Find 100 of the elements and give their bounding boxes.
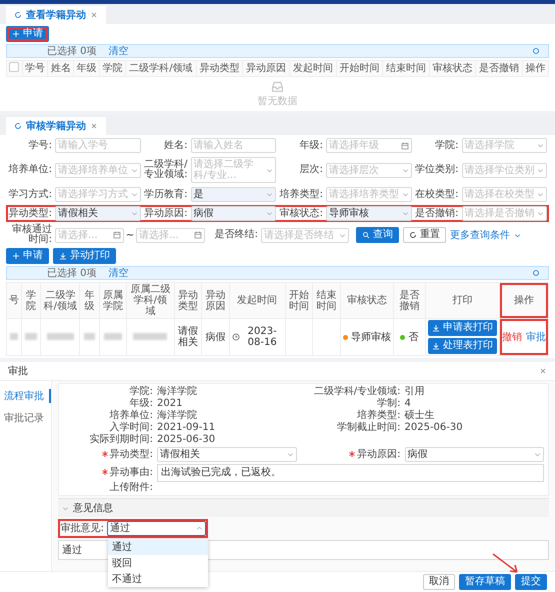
field-label: 姓名: (163, 140, 188, 150)
close-button[interactable] (539, 367, 547, 375)
chevron-down-icon (537, 210, 544, 217)
approve-link[interactable]: 审批 (526, 332, 546, 342)
reason-textarea[interactable]: 出海试验已完成，已返校。 (157, 464, 544, 482)
column-header: 结束时间 (382, 60, 430, 76)
search-icon (362, 231, 370, 239)
info-value: 海洋学院 (157, 410, 198, 421)
info-value: 引用 (404, 386, 426, 397)
dropdown-option[interactable]: 驳回 (108, 555, 208, 571)
field-label: 培养类型: (279, 190, 323, 200)
clear-link[interactable]: 清空 (108, 266, 129, 280)
calendar-icon (194, 231, 202, 239)
info-label: 培养类型: (356, 410, 400, 420)
page-tab[interactable]: 审核学籍异动 (6, 117, 106, 135)
calendar-icon (400, 142, 408, 150)
field-label: 学历教育: (144, 190, 188, 200)
more-conditions-link[interactable]: 更多查询条件 (450, 228, 510, 242)
revoke-link[interactable]: 撤销 (502, 332, 522, 342)
info-value: 4 (404, 398, 412, 409)
apply-button[interactable]: 申请 (6, 26, 49, 42)
select-field[interactable]: 通过 (107, 521, 206, 536)
search-button[interactable]: 查询 (356, 227, 399, 243)
select-field[interactable]: 是 (190, 187, 276, 202)
selection-count: 已选择 0项 (47, 266, 97, 280)
field-label: 异动事由: (63, 468, 153, 478)
column-header: 异动类型 (174, 282, 202, 318)
field-label: 异动类型: (8, 208, 52, 218)
column-header: 年级 (80, 282, 100, 318)
close-icon (539, 367, 547, 375)
chevron-down-icon (266, 210, 273, 217)
select-field[interactable]: 病假 (404, 447, 544, 462)
chevron-down-icon (266, 166, 273, 174)
field-label: 异动类型: (63, 450, 153, 460)
apply-button[interactable]: 申请 (6, 248, 49, 264)
download-icon (59, 252, 67, 260)
field-label: 在校类型: (414, 190, 458, 200)
select-field[interactable]: 请假相关 (55, 206, 140, 221)
reset-button[interactable]: 重置 (403, 227, 446, 243)
field-label: 异动原因: (300, 450, 400, 460)
column-header: 年级 (74, 60, 100, 76)
primary-button[interactable]: 暂存草稿 (459, 574, 511, 590)
settings-icon (532, 47, 540, 55)
clock-icon (232, 333, 240, 341)
column-header: 号 (6, 282, 22, 318)
column-header: 姓名 (48, 60, 74, 76)
primary-button[interactable]: 提交 (515, 574, 547, 590)
chevron-down-icon (537, 142, 544, 149)
plus-icon (12, 30, 20, 38)
column-header: 审核状态 (429, 60, 476, 76)
dropdown-option[interactable]: 不通过 (108, 571, 208, 587)
column-header: 发起时间 (229, 282, 286, 318)
empty-text: 暂无数据 (258, 94, 298, 108)
column-header: 操作 (499, 282, 548, 318)
blurred-text (104, 332, 122, 340)
chevron-down-icon (402, 210, 408, 217)
print-button[interactable]: 异动打印 (53, 248, 116, 264)
table-cell: 病假 (202, 318, 230, 356)
column-header: 结束时间 (312, 282, 340, 318)
blurred-text (46, 332, 74, 340)
chevron-down-icon (537, 166, 544, 174)
nav-item[interactable]: 审批记录 (4, 411, 51, 425)
checkbox[interactable] (9, 62, 20, 72)
select-field[interactable]: 导师审核 (326, 206, 412, 221)
print-button[interactable]: 处理表打印 (428, 338, 497, 354)
cancel-button[interactable]: 取消 (423, 574, 455, 590)
column-header: 异动原因 (202, 282, 230, 318)
clear-link[interactable]: 清空 (108, 44, 129, 58)
chevron-down-icon (402, 166, 408, 174)
info-value: 硕士生 (404, 410, 436, 421)
field-label: 学习方式: (8, 190, 52, 200)
column-header: 是否撤销 (476, 60, 522, 76)
select-field[interactable]: 请假相关 (157, 447, 296, 462)
info-label: 培养单位: (108, 410, 153, 420)
field-label: 二级学科/专业领域: (144, 160, 188, 180)
opinion-section-header[interactable]: 意见信息 (58, 498, 549, 517)
chevron-down-icon (339, 232, 346, 238)
select-field[interactable]: 病假 (190, 206, 276, 221)
info-label: 学制截止时间: (336, 422, 400, 432)
selection-count: 已选择 0项 (47, 44, 97, 58)
status-text: 导师审核 (350, 332, 391, 342)
download-icon (432, 342, 440, 350)
chevron-down-icon (537, 191, 544, 198)
field-label: 异动原因: (144, 208, 188, 218)
chevron-down-icon (514, 232, 521, 238)
field-label: 审核通过时间: (11, 225, 52, 245)
dropdown-option[interactable]: 通过 (108, 539, 208, 555)
print-button[interactable]: 申请表打印 (428, 320, 497, 336)
info-value: 海洋学院 (157, 386, 198, 397)
refresh-icon (409, 231, 417, 239)
column-header: 开始时间 (336, 60, 383, 76)
blurred-text (25, 332, 37, 340)
chevron-down-icon (130, 166, 138, 174)
page-tab[interactable]: 查看学籍异动 (6, 6, 106, 24)
column-header: 审核状态 (340, 282, 394, 318)
info-label: 入学时间: (108, 422, 153, 432)
chevron-up-icon (196, 525, 203, 532)
column-header: 是否撤销 (393, 282, 426, 318)
info-label: 学院: (128, 386, 153, 396)
column-header: 原属二级学科/领域 (126, 282, 174, 318)
